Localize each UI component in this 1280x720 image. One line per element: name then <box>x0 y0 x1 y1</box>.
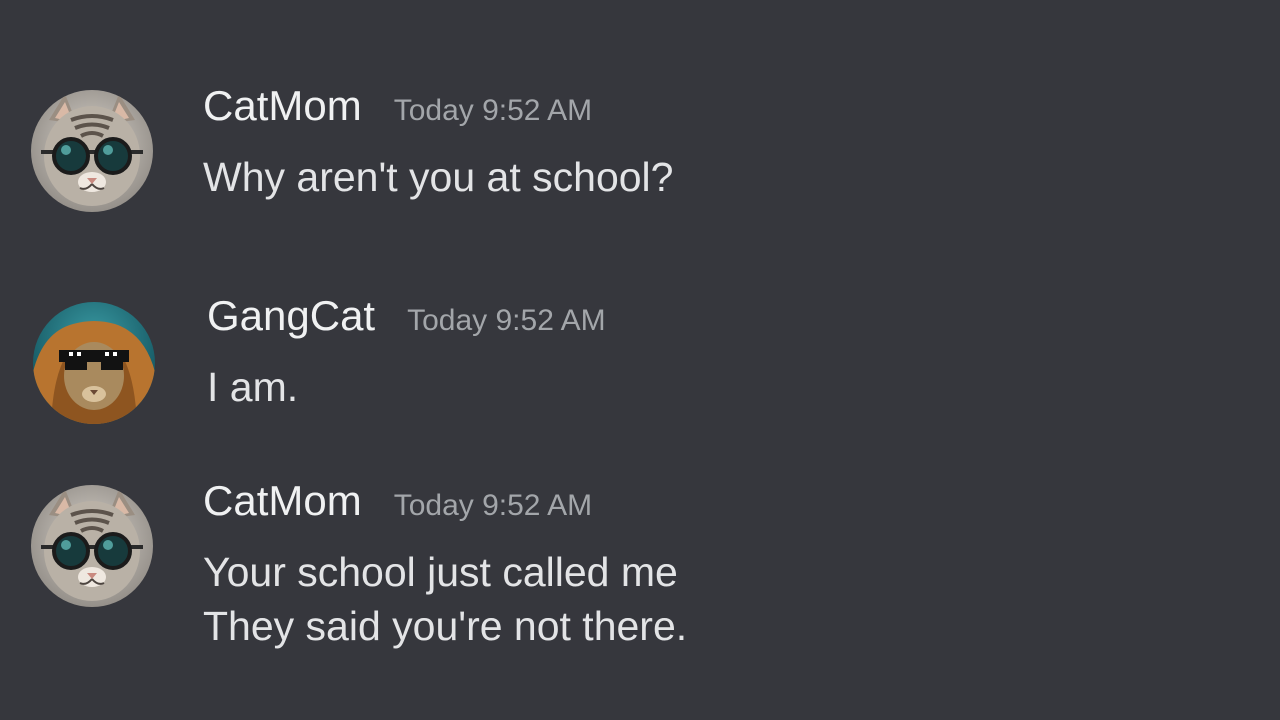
message-line: I am. <box>207 364 299 410</box>
cat-in-hoodie-with-pixel-sunglasses-avatar-icon <box>33 302 155 424</box>
message-timestamp: Today 9:52 AM <box>393 94 593 127</box>
message-line: Your school just called me <box>203 549 678 595</box>
message-header: CatMom Today 9:52 AM <box>203 82 592 130</box>
gangcat-avatar[interactable] <box>33 302 155 424</box>
message-text: I am. <box>207 360 298 414</box>
message-line: They said you're not there. <box>203 603 688 649</box>
cat-with-round-sunglasses-avatar-icon <box>31 90 153 212</box>
message-header: CatMom Today 9:52 AM <box>203 477 592 525</box>
message-text: Why aren't you at school? <box>203 150 673 204</box>
cat-with-round-sunglasses-avatar-icon <box>31 485 153 607</box>
chat-message-list: CatMom Today 9:52 AM Why aren't you at sc… <box>0 0 1280 720</box>
author-name[interactable]: GangCat <box>207 292 375 339</box>
catmom-avatar[interactable] <box>31 485 153 607</box>
author-name[interactable]: CatMom <box>203 82 362 129</box>
message-timestamp: Today 9:52 AM <box>393 489 593 522</box>
message-timestamp: Today 9:52 AM <box>407 304 606 337</box>
author-name[interactable]: CatMom <box>203 477 362 524</box>
catmom-avatar[interactable] <box>31 90 153 212</box>
message-line: Why aren't you at school? <box>203 154 674 200</box>
message-text: Your school just called me They said you… <box>203 545 687 653</box>
message-header: GangCat Today 9:52 AM <box>207 292 606 340</box>
